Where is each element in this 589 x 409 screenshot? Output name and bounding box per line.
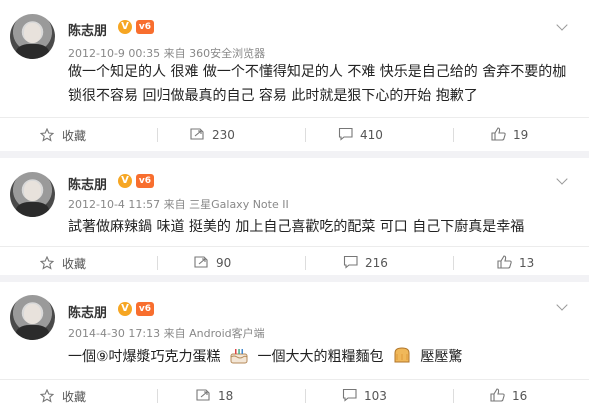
avatar[interactable] <box>10 172 55 217</box>
divider <box>0 246 589 247</box>
post-content: 一個⑨吋爆漿巧克力蛋糕 一個大大的粗糧麵包 壓壓驚 <box>68 345 568 369</box>
content-text: 壓壓驚 <box>420 349 463 365</box>
more-options-icon[interactable] <box>555 172 571 188</box>
weibo-post-3: 陈志朋 V v6 2014-4-30 17:13 来自 Android客户端 一… <box>0 282 589 409</box>
verified-icon: V <box>118 302 132 316</box>
post-content: 試著做麻辣鍋 味道 挺美的 加上自己喜歡吃的配菜 可口 自己下廚真是幸福 <box>68 215 568 239</box>
divider <box>453 128 454 142</box>
comment-button[interactable]: 103 <box>342 388 387 403</box>
divider <box>305 389 306 403</box>
favorite-label: 收藏 <box>62 390 87 404</box>
post-meta[interactable]: 2012-10-9 00:35 来自 360安全浏览器 <box>68 45 265 61</box>
post-content: 做一个知足的人 很难 做一个不懂得知足的人 不难 快乐是自己给的 舍弃不要的枷 … <box>68 60 568 108</box>
verified-icon: V <box>118 174 132 188</box>
share-icon <box>196 388 212 402</box>
share-count: 90 <box>216 256 232 270</box>
like-count: 16 <box>512 389 528 403</box>
thumbs-up-icon <box>497 255 513 269</box>
comment-icon <box>342 388 358 402</box>
favorite-button[interactable]: 收藏 <box>40 255 86 272</box>
share-icon <box>190 127 206 141</box>
weibo-post-1: 陈志朋 V v6 2012-10-9 00:35 来自 360安全浏览器 做一个… <box>0 0 589 151</box>
more-options-icon[interactable] <box>555 298 571 314</box>
favorite-label: 收藏 <box>62 129 87 143</box>
like-button[interactable]: 16 <box>490 388 527 403</box>
favorite-label: 收藏 <box>62 257 87 271</box>
like-count: 13 <box>519 256 535 270</box>
divider <box>157 256 158 270</box>
thumbs-up-icon <box>490 388 506 402</box>
divider <box>0 379 589 380</box>
more-options-icon[interactable] <box>555 18 571 34</box>
author-name[interactable]: 陈志朋 <box>68 302 107 321</box>
content-line: 做一个知足的人 很难 做一个不懂得知足的人 不难 快乐是自己给的 舍弃不要的枷 <box>68 64 567 80</box>
share-count: 230 <box>212 128 235 142</box>
avatar[interactable] <box>10 14 55 59</box>
share-icon <box>194 255 210 269</box>
like-count: 19 <box>513 128 529 142</box>
share-button[interactable]: 90 <box>194 255 231 270</box>
content-line: 锁很不容易 回归做最真的自己 容易 此时就是狠下心的开始 抱歉了 <box>68 88 478 104</box>
verified-icon: V <box>118 20 132 34</box>
like-button[interactable]: 19 <box>491 127 528 142</box>
weibo-post-2: 陈志朋 V v6 2012-10-4 11:57 来自 三星Galaxy Not… <box>0 158 589 275</box>
level-badge: v6 <box>136 302 154 316</box>
favorite-button[interactable]: 收藏 <box>40 127 86 144</box>
author-name[interactable]: 陈志朋 <box>68 174 107 193</box>
divider <box>157 389 158 403</box>
comment-button[interactable]: 410 <box>338 127 383 142</box>
share-button[interactable]: 18 <box>196 388 233 403</box>
comment-count: 216 <box>365 256 388 270</box>
author-name[interactable]: 陈志朋 <box>68 20 107 39</box>
post-meta[interactable]: 2012-10-4 11:57 来自 三星Galaxy Note II <box>68 196 289 212</box>
divider <box>305 256 306 270</box>
cake-icon <box>229 346 249 364</box>
share-count: 18 <box>218 389 234 403</box>
post-meta[interactable]: 2014-4-30 17:13 来自 Android客户端 <box>68 325 265 341</box>
share-button[interactable]: 230 <box>190 127 235 142</box>
divider <box>157 128 158 142</box>
comment-icon <box>338 127 354 141</box>
content-text: 一個⑨吋爆漿巧克力蛋糕 <box>68 349 221 365</box>
comment-count: 410 <box>360 128 383 142</box>
divider <box>0 117 589 118</box>
divider <box>453 256 454 270</box>
bread-icon <box>392 346 412 364</box>
divider <box>453 389 454 403</box>
content-line: 試著做麻辣鍋 味道 挺美的 加上自己喜歡吃的配菜 可口 自己下廚真是幸福 <box>68 219 525 235</box>
divider <box>305 128 306 142</box>
level-badge: v6 <box>136 174 154 188</box>
comment-count: 103 <box>364 389 387 403</box>
comment-icon <box>343 255 359 269</box>
comment-button[interactable]: 216 <box>343 255 388 270</box>
level-badge: v6 <box>136 20 154 34</box>
avatar[interactable] <box>10 295 55 340</box>
star-icon <box>40 389 56 403</box>
star-icon <box>40 128 56 142</box>
content-text: 一個大大的粗糧麵包 <box>257 349 384 365</box>
like-button[interactable]: 13 <box>497 255 534 270</box>
thumbs-up-icon <box>491 127 507 141</box>
favorite-button[interactable]: 收藏 <box>40 388 86 405</box>
star-icon <box>40 256 56 270</box>
